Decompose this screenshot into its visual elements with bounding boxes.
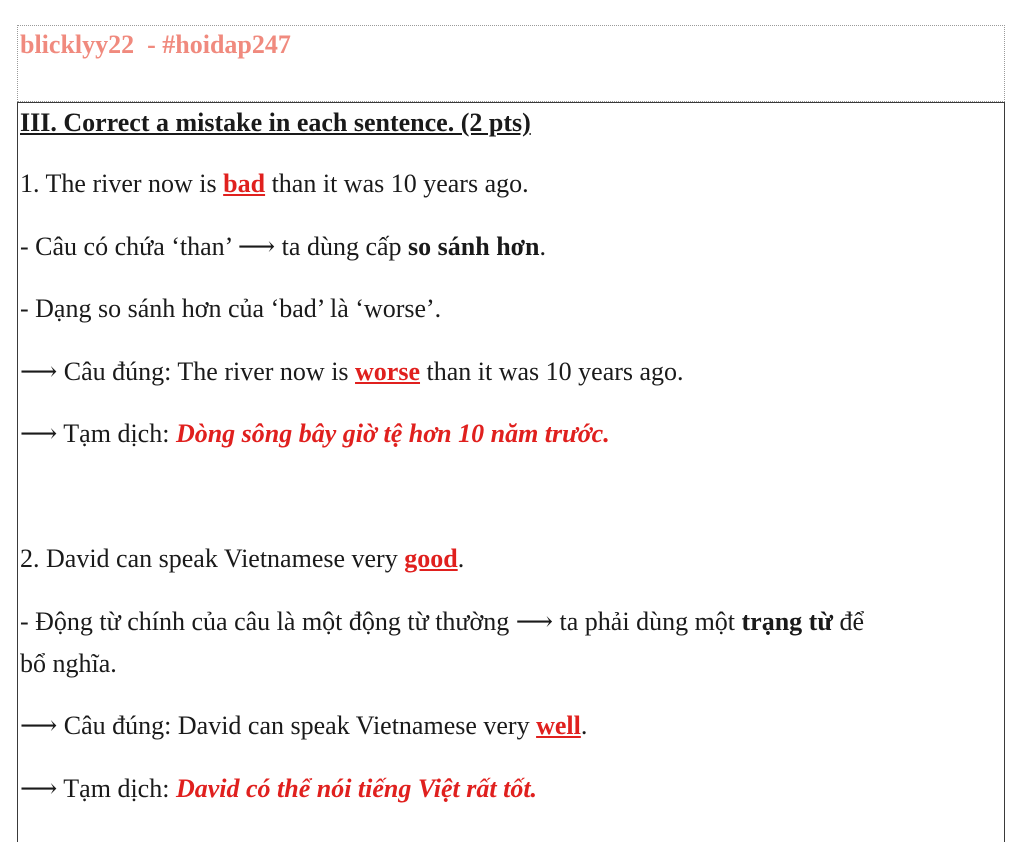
question-1-prefix: 1. The river now is	[20, 169, 224, 198]
question-2-translation: ⟶ Tạm dịch: David có thể nói tiếng Việt …	[20, 774, 538, 804]
question-1-error: bad	[223, 169, 266, 198]
answer-suffix: than it was 10 years ago.	[420, 357, 684, 386]
answer-prefix: ⟶ Câu đúng: David can speak Vietnamese v…	[20, 711, 537, 740]
note-keyword: so sánh hơn	[408, 232, 540, 261]
translation-text: David có thể nói tiếng Việt rất tốt.	[175, 774, 538, 803]
answer-suffix: .	[580, 711, 588, 740]
question-2-error: good	[404, 544, 458, 573]
question-2-note-1-cont: bổ nghĩa.	[20, 649, 117, 678]
note-text: - Động từ chính của câu là một động từ t…	[20, 607, 742, 636]
note-text: để	[832, 607, 864, 636]
question-2: 2. David can speak Vietnamese very good.	[20, 544, 465, 574]
question-1-answer: ⟶ Câu đúng: The river now is worse than …	[20, 357, 684, 387]
question-1: 1. The river now is bad than it was 10 y…	[20, 169, 529, 199]
question-1-note-1: - Câu có chứa ‘than’ ⟶ ta dùng cấp so sá…	[20, 232, 547, 262]
note-text: - Câu có chứa ‘than’ ⟶ ta dùng cấp	[20, 232, 409, 261]
note-keyword: trạng từ	[741, 607, 833, 636]
author-tag: blicklyy22 - #hoidap247	[20, 30, 291, 59]
answer-word: worse	[355, 357, 421, 386]
answer-prefix: ⟶ Câu đúng: The river now is	[20, 357, 356, 386]
translation-text: Dòng sông bây giờ tệ hơn 10 năm trước.	[175, 419, 610, 448]
translation-label: ⟶ Tạm dịch:	[20, 774, 176, 803]
question-2-answer: ⟶ Câu đúng: David can speak Vietnamese v…	[20, 711, 588, 741]
question-1-translation: ⟶ Tạm dịch: Dòng sông bây giờ tệ hơn 10 …	[20, 419, 610, 449]
question-2-prefix: 2. David can speak Vietnamese very	[20, 544, 405, 573]
answer-word: well	[536, 711, 581, 740]
translation-label: ⟶ Tạm dịch:	[20, 419, 176, 448]
question-2-note-1: - Động từ chính của câu là một động từ t…	[20, 607, 864, 637]
answer-content: III. Correct a mistake in each sentence.…	[17, 102, 1005, 842]
header-box: blicklyy22 - #hoidap247	[17, 25, 1005, 102]
note-text: .	[539, 232, 547, 261]
question-1-note-2: - Dạng so sánh hơn của ‘bad’ là ‘worse’.	[20, 294, 442, 323]
section-title: III. Correct a mistake in each sentence.…	[20, 108, 531, 137]
question-2-suffix: .	[457, 544, 465, 573]
question-1-suffix: than it was 10 years ago.	[265, 169, 529, 198]
